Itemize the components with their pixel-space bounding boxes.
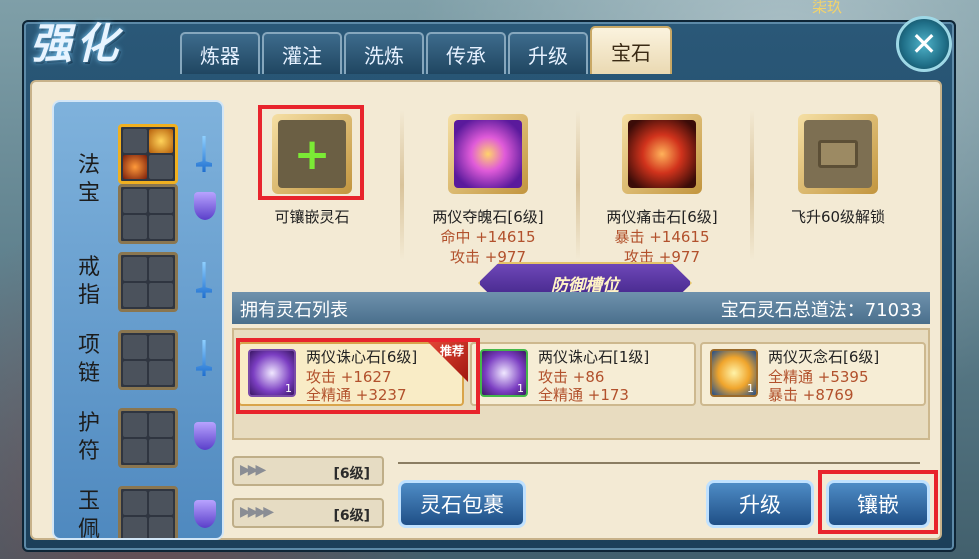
stone-count: 1 [517,382,524,395]
slot-stat: 暴击 +14615 [614,228,710,246]
equipment-slot-amulet[interactable] [118,408,178,468]
close-icon: ✕ [910,25,938,63]
gem-slot [123,257,147,281]
gem-slot [149,189,173,213]
stone-item[interactable]: 1 两仪诛心石[1级] 攻击 +86 全精通 +173 [470,342,696,406]
defense-slot-icon [194,422,216,450]
slot-frame [798,114,878,194]
slot-name: 可镶嵌灵石 [274,208,350,226]
purple-gem-icon [454,120,522,188]
equipment-label-ring: 戒指 [77,255,100,308]
divider [576,110,580,260]
gem-slot [149,129,173,153]
gem-slot [149,413,173,437]
gem-slot [123,189,147,213]
gem-slot [149,257,173,281]
gem-slot [149,491,173,515]
equipment-slot-fabao-extra[interactable] [118,184,178,244]
gem-slot [123,439,147,463]
equipment-slot-jade[interactable] [118,486,178,538]
upgrade-button[interactable]: 升级 [706,480,814,528]
stone-item[interactable]: 1 两仪灭念石[6级] 全精通 +5395 暴击 +8769 [700,342,926,406]
tab-inherit[interactable]: 传承 [426,32,506,74]
tab-reforge[interactable]: 洗炼 [344,32,424,74]
stone-list-header: 拥有灵石列表 宝石灵石总道法：71033 [232,292,930,324]
slot-frame [622,114,702,194]
slot-name: 两仪夺魄石[6级] [432,208,544,226]
stone-bag-button[interactable]: 灵石包裹 [398,480,526,528]
equipment-column: 法宝 戒指 项链 护符 玉佩 [52,100,224,540]
close-button[interactable]: ✕ [896,16,952,72]
arrow-icons: ▶▶▶▶ [240,504,274,520]
highlight-box [236,338,480,414]
slot-frame [448,114,528,194]
gem-slot [149,283,173,307]
gem-slot [123,413,147,437]
level-text: [6级] [333,466,370,482]
gem-slot [149,215,173,239]
arrow-icons: ▶▶▶ [240,462,266,478]
separator-line [398,462,920,464]
lock-icon [804,120,872,188]
stone-name: 两仪灭念石[6级] [768,348,880,366]
stone-name: 两仪诛心石[1级] [538,348,650,366]
window-title: 强化 [30,19,123,68]
gem-slot [149,361,173,385]
equipment-slot-fabao[interactable] [118,124,178,184]
attack-slot-icon [196,136,212,172]
slot-name: 飞升60级解锁 [790,208,886,226]
gem-slot [149,439,173,463]
defense-slot-icon [194,192,216,220]
divider [750,110,754,260]
stone-total-power: 宝石灵石总道法：71033 [720,300,922,321]
lock-shape [818,140,858,168]
tab-gems[interactable]: 宝石 [590,26,672,74]
purple-stone-icon: 1 [480,349,528,397]
gem-slot [123,129,147,153]
stone-stat: 全精通 +173 [538,386,629,404]
tab-infuse[interactable]: 灌注 [262,32,342,74]
level-filter-2[interactable]: ▶▶▶▶ [6级] [232,498,384,528]
gem-slot [123,155,147,179]
equipment-label-necklace: 项链 [77,333,100,386]
slot-name: 两仪痛击石[6级] [606,208,718,226]
highlight-box [258,105,364,200]
gem-slot-purple[interactable]: 两仪夺魄石[6级] 命中 +14615 攻击 +977 [408,100,568,280]
gem-slot [149,517,173,538]
equipment-label-jade: 玉佩 [77,489,100,540]
gem-slot [123,283,147,307]
gem-slot [149,335,173,359]
tab-upgrade[interactable]: 升级 [508,32,588,74]
gem-slot [123,215,147,239]
attack-slot-icon [196,340,212,376]
stone-stat: 暴击 +8769 [768,386,854,404]
gem-slot [123,335,147,359]
highlight-box [818,470,938,534]
level-text: [6级] [333,508,370,524]
level-filter-1[interactable]: ▶▶▶ [6级] [232,456,384,486]
stone-list-title: 拥有灵石列表 [240,300,348,321]
gem-slot-red[interactable]: 两仪痛击石[6级] 暴击 +14615 攻击 +977 [582,100,742,280]
equipment-slot-ring[interactable] [118,252,178,312]
equipment-label-fabao: 法宝 [77,153,100,206]
gem-slot [123,491,147,515]
tab-bar: 炼器 灌注 洗炼 传承 升级 宝石 [180,26,672,74]
gem-slot [149,155,173,179]
stone-count: 1 [747,382,754,395]
defense-slot-icon [194,500,216,528]
gem-slot [123,361,147,385]
gem-slot-locked[interactable]: 飞升60级解锁 [758,100,918,280]
gem-slot [123,517,147,538]
divider [400,110,404,260]
slot-stat: 命中 +14615 [440,228,536,246]
top-corner-label: 柒玖 [812,0,843,16]
attack-slot-icon [196,262,212,298]
gold-stone-icon: 1 [710,349,758,397]
tab-refine[interactable]: 炼器 [180,32,260,74]
red-gem-icon [628,120,696,188]
equipment-label-amulet: 护符 [77,411,100,464]
equipment-slot-necklace[interactable] [118,330,178,390]
